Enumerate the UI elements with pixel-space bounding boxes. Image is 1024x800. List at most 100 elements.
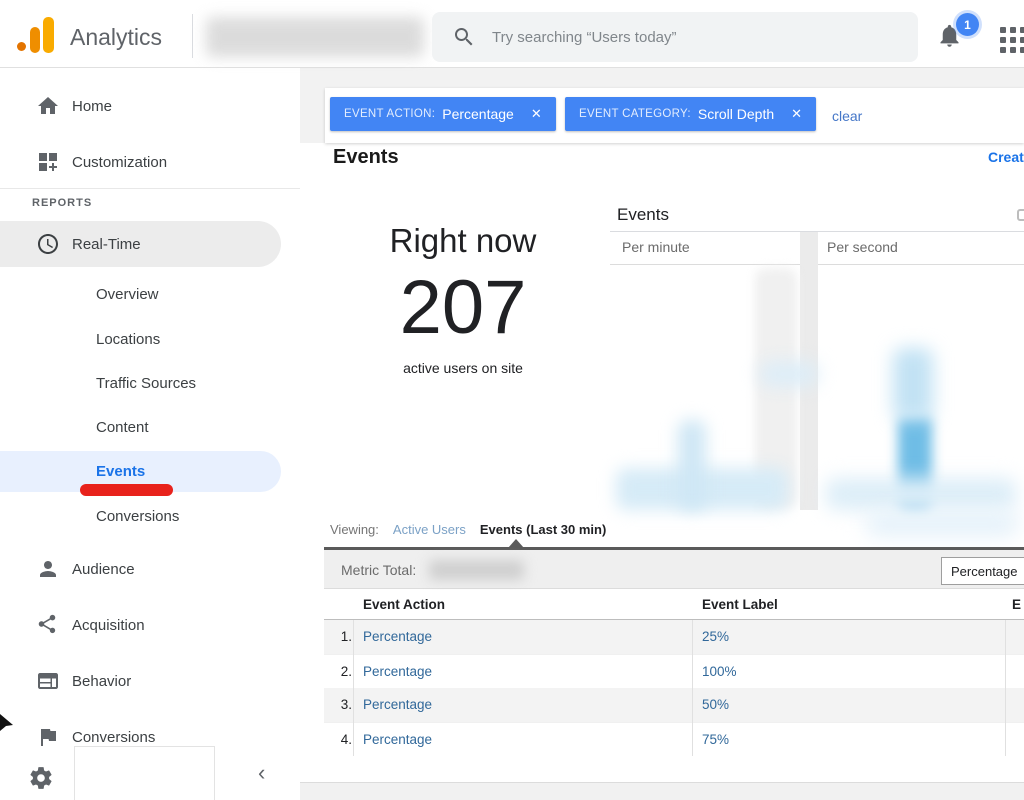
- metric-total-label: Metric Total:: [341, 562, 416, 578]
- chip-value-label: Scroll Depth: [698, 106, 774, 122]
- sidebar-item-locations[interactable]: Locations: [0, 322, 281, 356]
- column-divider: [692, 620, 693, 756]
- row-number: 3.: [332, 697, 352, 712]
- sidebar-item-label: Events: [96, 463, 145, 480]
- sidebar-divider: [0, 188, 300, 189]
- table-row[interactable]: 2. Percentage 100%: [324, 654, 1024, 688]
- column-events[interactable]: E: [1012, 597, 1021, 612]
- right-now-widget: Right now 207 active users on site: [323, 222, 603, 376]
- tab-rule: [818, 264, 1024, 265]
- reports-section-label: REPORTS: [32, 197, 92, 209]
- sidebar-item-label: Conversions: [72, 729, 155, 746]
- sidebar-item-label: Conversions: [96, 508, 179, 525]
- search-icon: [452, 25, 476, 49]
- blurred-bar-tall-per-minute: [678, 420, 706, 510]
- tab-per-minute[interactable]: Per minute: [622, 239, 690, 255]
- person-icon: [36, 557, 60, 581]
- home-icon: [36, 94, 60, 118]
- blurred-chart-highlight: [760, 362, 818, 386]
- column-divider: [353, 620, 354, 756]
- window-panels-icon: [36, 669, 60, 693]
- sidebar-item-label: Overview: [96, 286, 159, 303]
- filter-chip-event-category[interactable]: EVENT CATEGORY: Scroll Depth ✕: [565, 97, 816, 131]
- sidebar-item-real-time[interactable]: Real-Time: [0, 221, 281, 267]
- filter-chip-event-action[interactable]: EVENT ACTION: Percentage ✕: [330, 97, 556, 131]
- sidebar-item-audience[interactable]: Audience: [0, 551, 281, 587]
- active-users-count: 207: [323, 270, 603, 346]
- search-input[interactable]: [492, 29, 872, 46]
- viewing-label: Viewing:: [330, 522, 379, 537]
- tab-per-second[interactable]: Per second: [827, 239, 898, 255]
- blurred-overlay-box: [74, 746, 215, 800]
- blurred-metric-value: [429, 560, 524, 580]
- clock-icon: [36, 232, 60, 256]
- sidebar-item-traffic-sources[interactable]: Traffic Sources: [0, 366, 281, 400]
- create-shortcut-link[interactable]: Creat: [988, 149, 1024, 165]
- row-number: 2.: [332, 664, 352, 679]
- event-label-link[interactable]: 75%: [702, 732, 729, 747]
- sidebar-item-label: Home: [72, 98, 112, 115]
- event-label-link[interactable]: 100%: [702, 664, 737, 679]
- notifications-button[interactable]: 1: [936, 22, 980, 62]
- table-body: 1. Percentage 25% 2. Percentage 100% 3. …: [324, 620, 1024, 756]
- bottom-scrollbar-track[interactable]: [300, 782, 1024, 800]
- logo-bar-short: [30, 27, 40, 53]
- collapse-sidebar-chevron-icon[interactable]: ‹: [258, 760, 265, 786]
- metric-selector-dropdown[interactable]: Percentage: [941, 557, 1024, 585]
- clear-filters-link[interactable]: clear: [832, 108, 862, 124]
- table-row[interactable]: 4. Percentage 75%: [324, 722, 1024, 756]
- app-title: Analytics: [70, 24, 162, 51]
- sidebar-item-customization[interactable]: Customization: [0, 144, 281, 180]
- viewing-row: Viewing: Active Users Events (Last 30 mi…: [330, 522, 606, 537]
- active-users-tab-link[interactable]: Active Users: [393, 522, 466, 537]
- sidebar-item-label: Real-Time: [72, 236, 141, 253]
- sidebar-item-home[interactable]: Home: [0, 88, 281, 124]
- settings-gear-icon[interactable]: [28, 765, 54, 796]
- sidebar-item-conversions-sub[interactable]: Conversions: [0, 499, 281, 533]
- event-action-link[interactable]: Percentage: [363, 629, 432, 644]
- event-action-link[interactable]: Percentage: [363, 664, 432, 679]
- mouse-cursor: [0, 714, 16, 732]
- chip-category-label: EVENT ACTION:: [344, 108, 435, 120]
- search-bar[interactable]: [432, 12, 918, 62]
- table-row[interactable]: 1. Percentage 25%: [324, 620, 1024, 654]
- close-icon[interactable]: ✕: [791, 106, 802, 122]
- account-selector[interactable]: [206, 17, 424, 57]
- red-annotation-underline: [80, 484, 173, 496]
- sidebar-item-label: Audience: [72, 561, 135, 578]
- sidebar-item-label: Traffic Sources: [96, 375, 196, 392]
- topbar-divider: [192, 14, 193, 58]
- active-users-subtitle: active users on site: [323, 360, 603, 376]
- filter-chips-panel: EVENT ACTION: Percentage ✕ EVENT CATEGOR…: [325, 88, 1024, 143]
- column-event-action[interactable]: Event Action: [363, 597, 445, 612]
- sidebar-item-label: Locations: [96, 331, 160, 348]
- event-action-link[interactable]: Percentage: [363, 732, 432, 747]
- chart-title: Events: [617, 205, 669, 225]
- table-row[interactable]: 3. Percentage 50%: [324, 688, 1024, 722]
- event-action-link[interactable]: Percentage: [363, 697, 432, 712]
- sidebar-item-label: Behavior: [72, 673, 131, 690]
- event-label-link[interactable]: 25%: [702, 629, 729, 644]
- close-icon[interactable]: ✕: [531, 106, 542, 122]
- sidebar-item-label: Content: [96, 419, 149, 436]
- tab-rule: [610, 264, 800, 265]
- chart-options-icon[interactable]: [1017, 209, 1024, 221]
- sidebar-item-content[interactable]: Content: [0, 410, 281, 444]
- sidebar-item-overview[interactable]: Overview: [0, 277, 281, 311]
- blurred-chart-spill: [866, 512, 1018, 536]
- notification-badge: 1: [956, 13, 979, 36]
- google-apps-grid-icon[interactable]: [1000, 27, 1024, 53]
- row-number: 4.: [332, 732, 352, 747]
- sidebar-item-acquisition[interactable]: Acquisition: [0, 607, 281, 643]
- analytics-app: Analytics 1 Home Customization REPORTS: [0, 0, 1024, 800]
- analytics-logo-icon[interactable]: [16, 16, 56, 54]
- sidebar-item-label: Acquisition: [72, 617, 145, 634]
- row-number: 1.: [332, 629, 352, 644]
- chip-value-label: Percentage: [442, 106, 514, 122]
- column-event-label[interactable]: Event Label: [702, 597, 778, 612]
- events-tab-current[interactable]: Events (Last 30 min): [480, 522, 606, 537]
- metric-total-bar: Metric Total: Percentage: [324, 547, 1024, 589]
- event-label-link[interactable]: 50%: [702, 697, 729, 712]
- column-divider: [1005, 620, 1006, 756]
- sidebar-item-behavior[interactable]: Behavior: [0, 663, 281, 699]
